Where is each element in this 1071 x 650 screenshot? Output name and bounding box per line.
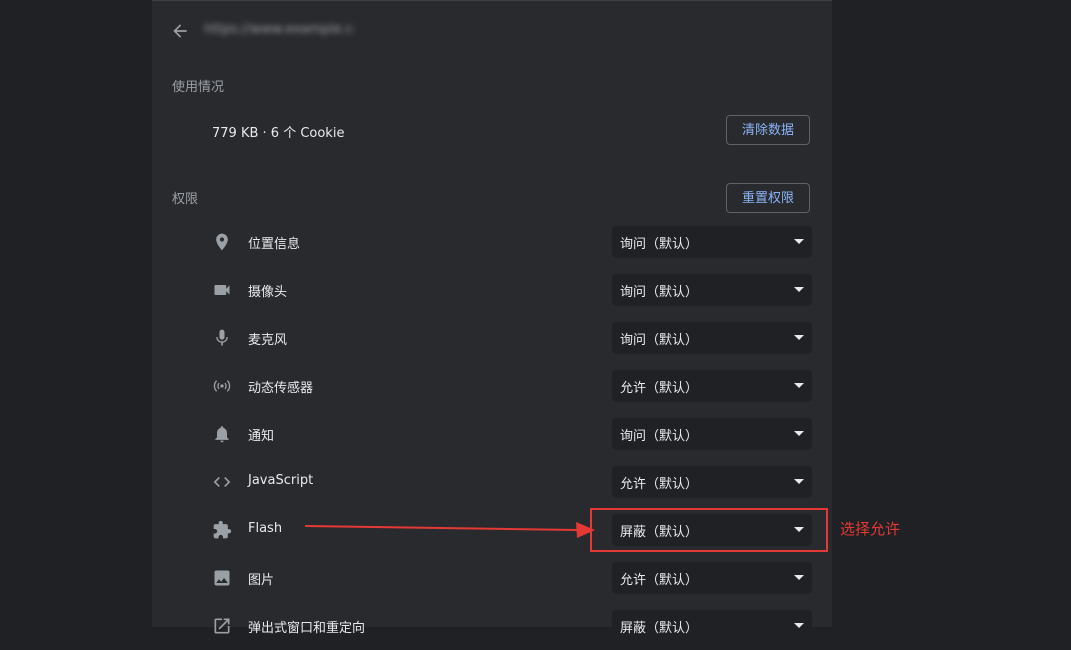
clear-data-button[interactable]: 清除数据 [726, 115, 810, 145]
caret-down-icon [794, 239, 804, 244]
reset-permissions-button[interactable]: 重置权限 [726, 183, 810, 213]
permission-label: Flash [248, 521, 283, 536]
permission-label: 位置信息 [248, 237, 301, 252]
permission-select-camera[interactable]: 询问（默认） [612, 274, 812, 306]
permission-row-location: 位置信息 询问（默认） [152, 218, 832, 266]
usage-summary: 779 KB · 6 个 Cookie [212, 126, 345, 141]
popup-redirect-icon [212, 616, 232, 636]
permission-select-value: 允许（默认） [620, 381, 699, 396]
permission-row-microphone: 麦克风 询问（默认） [152, 314, 832, 362]
permission-select-images[interactable]: 允许（默认） [612, 562, 812, 594]
caret-down-icon [794, 623, 804, 628]
microphone-icon [212, 328, 232, 348]
permission-select-microphone[interactable]: 询问（默认） [612, 322, 812, 354]
image-icon [212, 568, 232, 588]
annotation-text: 选择允许 [840, 520, 901, 538]
caret-down-icon [794, 575, 804, 580]
permission-label: 摄像头 [248, 285, 288, 300]
permission-row-camera: 摄像头 询问（默认） [152, 266, 832, 314]
permission-select-value: 询问（默认） [620, 429, 699, 444]
annotation-highlight-box [590, 508, 828, 552]
motion-sensor-icon [212, 376, 232, 396]
permission-label: 动态传感器 [248, 381, 314, 396]
permission-label: 麦克风 [248, 333, 288, 348]
caret-down-icon [794, 431, 804, 436]
permission-select-notifications[interactable]: 询问（默认） [612, 418, 812, 450]
permission-label: JavaScript [248, 473, 314, 488]
puzzle-piece-icon [212, 520, 232, 540]
permission-label: 图片 [248, 573, 275, 588]
caret-down-icon [794, 383, 804, 388]
permission-select-popups[interactable]: 屏蔽（默认） [612, 610, 812, 642]
annotation-arrow-icon [304, 522, 595, 538]
permission-select-value: 询问（默认） [620, 285, 699, 300]
permission-select-value: 询问（默认） [620, 237, 699, 252]
permission-select-location[interactable]: 询问（默认） [612, 226, 812, 258]
permission-select-value: 允许（默认） [620, 477, 699, 492]
caret-down-icon [794, 287, 804, 292]
video-camera-icon [212, 280, 232, 300]
permissions-section-title: 权限 [172, 192, 199, 207]
permission-select-javascript[interactable]: 允许（默认） [612, 466, 812, 498]
permission-select-value: 允许（默认） [620, 573, 699, 588]
permission-select-value: 询问（默认） [620, 333, 699, 348]
permission-select-motion-sensors[interactable]: 允许（默认） [612, 370, 812, 402]
caret-down-icon [794, 335, 804, 340]
permission-row-popups: 弹出式窗口和重定向 屏蔽（默认） [152, 602, 832, 650]
permission-label: 通知 [248, 429, 275, 444]
permission-row-motion-sensors: 动态传感器 允许（默认） [152, 362, 832, 410]
caret-down-icon [794, 479, 804, 484]
permission-row-images: 图片 允许（默认） [152, 554, 832, 602]
usage-section-title: 使用情况 [172, 80, 225, 95]
site-settings-header: https://www.example.com [152, 1, 832, 61]
code-brackets-icon [212, 472, 232, 492]
permission-row-notifications: 通知 询问（默认） [152, 410, 832, 458]
permission-row-javascript: JavaScript 允许（默认） [152, 458, 832, 506]
site-url: https://www.example.com [204, 22, 354, 37]
bell-icon [212, 424, 232, 444]
arrow-left-icon[interactable] [170, 21, 190, 41]
location-pin-icon [212, 232, 232, 252]
